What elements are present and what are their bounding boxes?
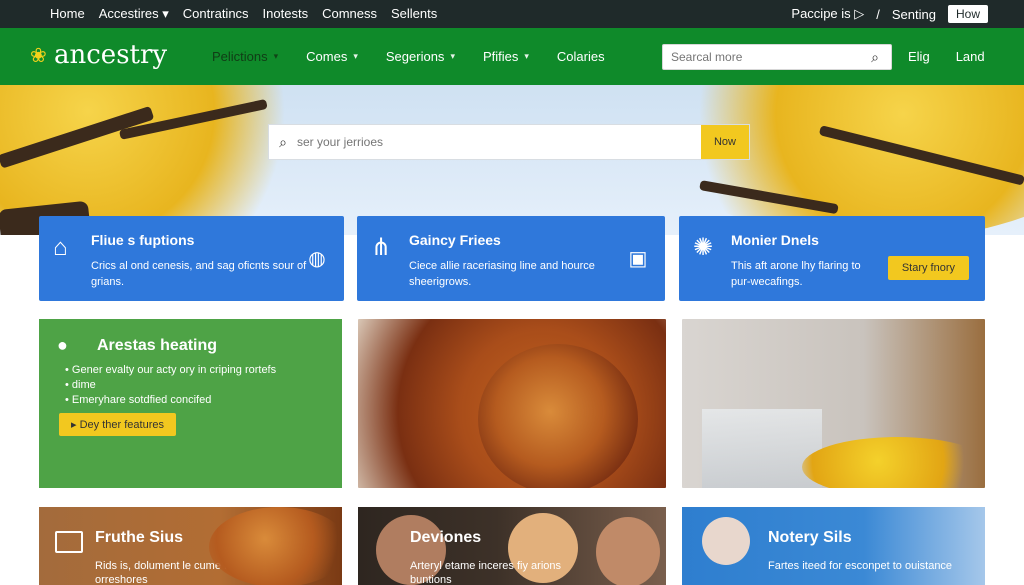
- list-item: Gener evalty our acty ory in criping ror…: [65, 363, 276, 378]
- paccipe-link[interactable]: Paccipe is ▷: [791, 6, 864, 22]
- utility-nav-accestires[interactable]: Accestires ▾: [99, 6, 169, 22]
- bottom-card-2[interactable]: Deviones Arteryl etame inceres fiy arion…: [358, 507, 666, 585]
- sending-link[interactable]: Senting: [892, 7, 936, 22]
- badge-icon: ✺: [693, 234, 714, 261]
- list-item: dime: [65, 378, 276, 393]
- feature-card-title: Gaincy Friees: [409, 232, 501, 248]
- yellow-foliage-right: [650, 85, 1024, 235]
- person-face-shape: [702, 517, 750, 565]
- nav-label: Segerions: [385, 49, 445, 64]
- feature-card-title: Fliue s fuptions: [91, 232, 195, 248]
- highlight-title: Arestas heating: [97, 337, 218, 354]
- user-icon: ●: [57, 335, 68, 355]
- nav-item-pfifies[interactable]: Pfifies ▾: [483, 49, 529, 64]
- nav-item-colaries[interactable]: Colaries: [557, 49, 605, 64]
- feature-highlight-card: ● Arestas heating Gener evalty our acty …: [39, 319, 342, 488]
- bottom-card-title: Notery Sils: [768, 529, 852, 546]
- bottom-card-3[interactable]: Notery Sils Fartes iteed for esconpet to…: [682, 507, 985, 585]
- chevron-down-icon: ▾: [353, 51, 358, 61]
- chevron-right-icon: ▸: [71, 419, 77, 431]
- feature-card-cta-button[interactable]: Stary fnory: [887, 256, 969, 280]
- nav-label: Pfifies: [482, 49, 519, 64]
- main-header: ❀ ancestry Pelictions ▾ Comes ▾ Segerion…: [0, 28, 1024, 85]
- lion-face-shape: [478, 344, 638, 488]
- utility-nav-comness[interactable]: Comness: [322, 6, 377, 22]
- highlight-list: Gener evalty our acty ory in criping ror…: [65, 363, 276, 408]
- feature-card-1[interactable]: ⌂ Fliue s fuptions Crics al ond cenesis,…: [39, 216, 344, 301]
- separator: /: [876, 6, 880, 22]
- utility-nav-inotests[interactable]: Inotests: [263, 6, 309, 22]
- header-nav: Pelictions ▾ Comes ▾ Segerions ▾ Pfifies…: [212, 28, 605, 85]
- chevron-down-icon: ▾: [450, 51, 455, 61]
- header-link-land[interactable]: Land: [956, 49, 985, 64]
- feature-card-2[interactable]: ⋔ Gaincy Friees Ciece allie raceriasing …: [357, 216, 665, 301]
- top-utility-bar: Home Accestires ▾ Contratincs Inotests C…: [0, 0, 1024, 28]
- leaf-icon: ❀: [30, 43, 47, 67]
- person-face-shape: [596, 517, 660, 585]
- bottom-card-1[interactable]: Fruthe Sius Rids is, dolument le cume fo…: [39, 507, 342, 585]
- feature-card-3[interactable]: ✺ Monier Dnels This aft arone lhy flarin…: [679, 216, 985, 301]
- bottom-card-title: Fruthe Sius: [95, 529, 184, 546]
- lion-shape: [209, 507, 342, 585]
- hero-search-button[interactable]: Now: [701, 125, 749, 159]
- feature-card-desc: Ciece allie raceriasing line and hource …: [409, 260, 595, 288]
- nav-label: Colaries: [556, 49, 605, 64]
- highlight-features-label: Dey ther features: [79, 419, 164, 431]
- header-search[interactable]: ⌕: [662, 44, 892, 70]
- utility-nav-sellents[interactable]: Sellents: [391, 6, 437, 22]
- header-links: Elig Land: [908, 28, 985, 85]
- utility-right: Paccipe is ▷ / Senting How: [791, 0, 988, 28]
- hero-search-input[interactable]: [297, 135, 697, 149]
- utility-nav: Home Accestires ▾ Contratincs Inotests C…: [50, 6, 437, 22]
- globe-icon: ◍: [308, 248, 326, 270]
- search-icon[interactable]: ⌕: [863, 49, 887, 66]
- logo-text: ancestry: [54, 40, 168, 70]
- feature-card-title: Monier Dnels: [731, 232, 819, 248]
- glassware-shape: [702, 409, 822, 488]
- hero-banner: [0, 85, 1024, 235]
- feature-card-desc: This aft arone lhy flaring to pur-wecafi…: [731, 260, 861, 288]
- sunflowers-shape: [802, 437, 985, 488]
- nav-label: Pelictions: [212, 49, 268, 64]
- list-item: Emeryhare sotdfied concifed: [65, 393, 276, 408]
- chevron-down-icon: ▾: [524, 51, 529, 61]
- utility-nav-home[interactable]: Home: [50, 6, 85, 22]
- family-tree-icon: ⋔: [371, 234, 392, 261]
- bottom-card-title: Deviones: [410, 529, 482, 546]
- nav-label: Comes: [306, 49, 348, 64]
- camera-icon: [55, 531, 83, 553]
- interior-photo[interactable]: [682, 319, 985, 488]
- header-link-elig[interactable]: Elig: [908, 49, 930, 64]
- bottom-card-desc: Arteryl etame inceres fiy arions buntion…: [410, 560, 561, 585]
- highlight-features-button[interactable]: ▸ Dey ther features: [59, 413, 176, 436]
- photo-icon: ▣: [628, 248, 648, 270]
- how-button[interactable]: How: [947, 5, 988, 23]
- lion-photo[interactable]: [358, 319, 666, 488]
- bottom-card-desc: Fartes iteed for esconpet to ouistance: [768, 560, 953, 572]
- header-search-input[interactable]: [663, 50, 863, 64]
- search-icon: ⌕: [279, 133, 287, 150]
- nav-item-segerions[interactable]: Segerions ▾: [386, 49, 455, 64]
- hero-search[interactable]: ⌕ Now: [268, 124, 750, 160]
- ancestry-logo[interactable]: ❀ ancestry: [30, 40, 167, 70]
- chevron-down-icon: ▾: [273, 51, 279, 61]
- document-icon: ⌂: [53, 234, 68, 261]
- nav-item-pelictions[interactable]: Pelictions ▾: [212, 49, 278, 64]
- feature-card-desc: Crics al ond cenesis, and sag oficnts so…: [91, 260, 307, 288]
- nav-item-comes[interactable]: Comes ▾: [306, 49, 358, 64]
- utility-nav-contratincs[interactable]: Contratincs: [183, 6, 249, 22]
